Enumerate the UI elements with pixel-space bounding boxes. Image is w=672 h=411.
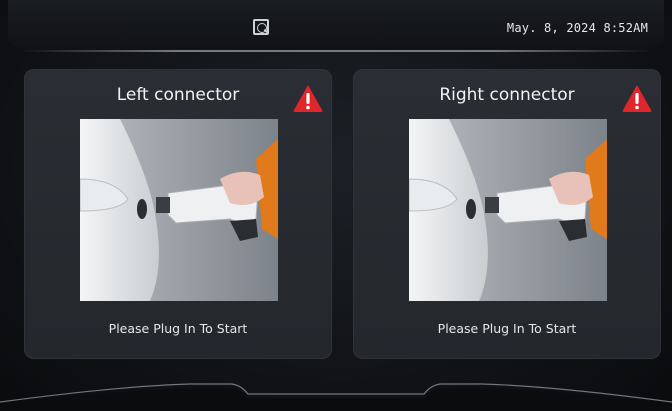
plug-in-illustration: [80, 119, 278, 301]
left-connector-title: Left connector: [116, 85, 240, 105]
plug-in-illustration: [409, 119, 607, 301]
right-connector-title: Right connector: [439, 85, 575, 105]
left-connector-status: Please Plug In To Start: [108, 321, 248, 336]
right-connector-panel[interactable]: Right connector Please Plug In To Start: [353, 69, 661, 359]
scan-logo-icon[interactable]: [253, 19, 269, 35]
left-connector-panel[interactable]: Left connector Please Plug In To Start: [24, 69, 332, 359]
date-time: May. 8, 2024 8:52AM: [506, 21, 648, 35]
right-connector-status: Please Plug In To Start: [437, 321, 577, 336]
charger-screen: May. 8, 2024 8:52AM Left connector Pleas…: [0, 0, 672, 411]
warning-triangle-icon: [622, 85, 652, 112]
warning-triangle-icon: [293, 85, 323, 112]
top-bar-divider: [20, 50, 652, 52]
bottom-bezel: [0, 383, 672, 411]
